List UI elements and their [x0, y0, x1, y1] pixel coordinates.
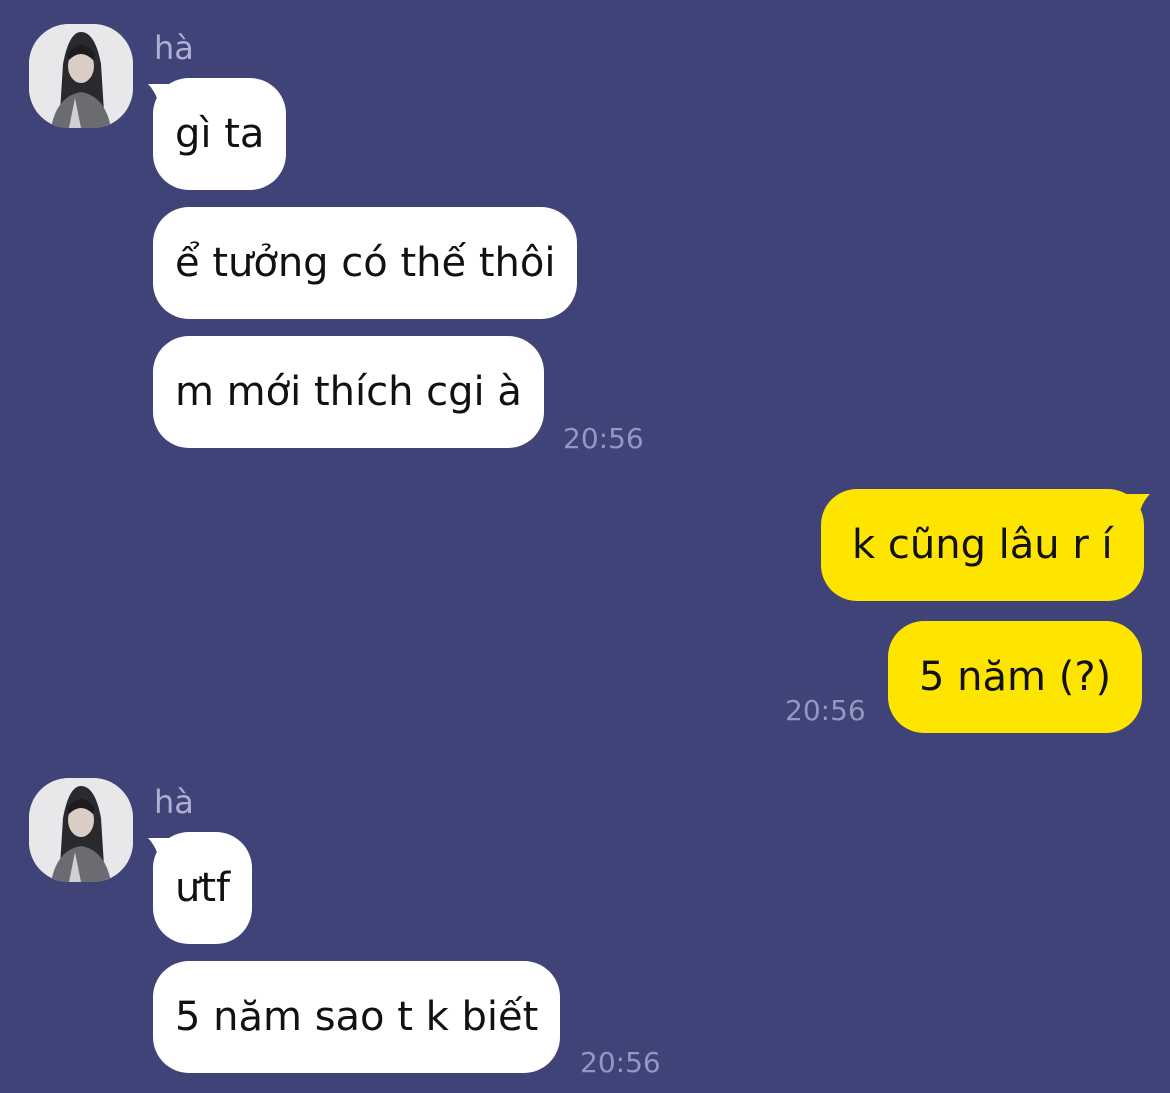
message-timestamp: 20:56	[580, 1046, 661, 1079]
avatar-photo-icon	[29, 24, 133, 128]
sender-avatar[interactable]	[29, 24, 133, 128]
sender-name: hà	[154, 29, 194, 67]
message-bubble[interactable]: ể tưởng có thế thôi	[153, 207, 578, 319]
message-bubble[interactable]: gì ta	[153, 78, 287, 190]
avatar-photo-icon	[29, 778, 133, 882]
message-bubble[interactable]: 5 năm (?)	[888, 621, 1143, 733]
message-bubble[interactable]: m mới thích cgi à	[153, 336, 544, 448]
message-bubble[interactable]: ưtf	[153, 832, 253, 944]
message-bubble[interactable]: k cũng lâu r í	[821, 489, 1144, 601]
message-timestamp: 20:56	[785, 694, 866, 727]
sender-avatar[interactable]	[29, 778, 133, 882]
sender-name: hà	[154, 783, 194, 821]
message-timestamp: 20:56	[563, 422, 644, 455]
message-bubble[interactable]: 5 năm sao t k biết	[153, 961, 561, 1073]
